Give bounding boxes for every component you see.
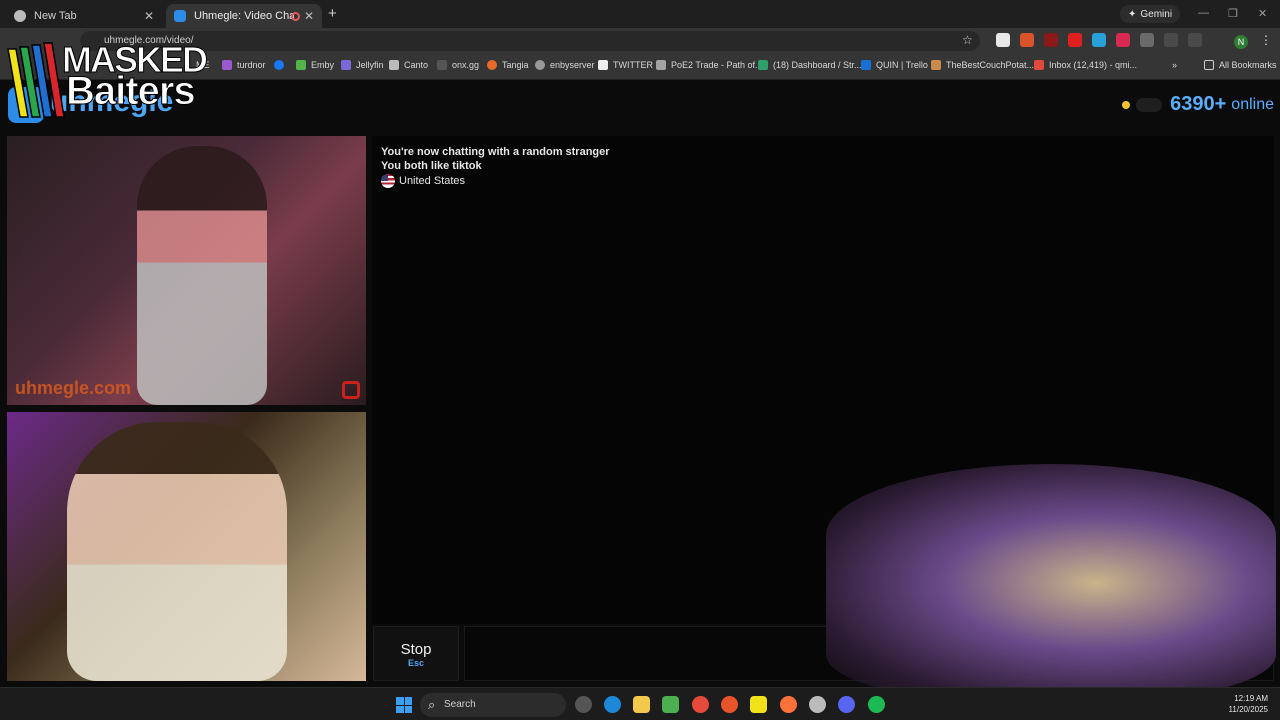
uhmegle-page: uhmegle MASKED Baiters 6390+ online uhme… <box>0 39 1280 702</box>
online-count: 6390+ <box>1170 93 1227 115</box>
bookmarks-overflow[interactable]: » <box>1172 60 1177 70</box>
search-label: Search <box>444 699 476 710</box>
maximize-icon[interactable]: ❐ <box>1228 7 1238 20</box>
bookmark-item[interactable]: Emby <box>296 60 334 70</box>
bookmark-item[interactable]: TWITTER <box>598 60 653 70</box>
overlay-line2: Baiters <box>66 69 197 114</box>
country-label: United States <box>399 174 466 187</box>
k-extension-icon[interactable] <box>996 33 1010 47</box>
bookmark-star-icon[interactable]: ☆ <box>962 33 973 47</box>
fox-extension-icon[interactable] <box>1020 33 1034 47</box>
bookmark-item[interactable]: Inbox (12,419) - qmi... <box>1034 60 1137 70</box>
online-label: online <box>1231 95 1274 113</box>
bookmark-item[interactable]: Canto <box>389 60 428 70</box>
uhmegle-favicon-icon <box>174 10 186 22</box>
tab-label: New Tab <box>34 10 77 22</box>
stop-button[interactable]: Stop Esc <box>373 626 459 681</box>
system-message: You're now chatting with a random strang… <box>381 146 610 158</box>
online-counter: 6390+ online <box>1122 93 1274 116</box>
badge-extension-icon[interactable] <box>1044 33 1058 47</box>
gemini-button[interactable]: ✦ Gemini <box>1120 5 1181 23</box>
sticky-notes-icon[interactable] <box>750 696 767 713</box>
obs-icon[interactable] <box>575 696 592 713</box>
edge-icon[interactable] <box>604 696 621 713</box>
bookmark-item[interactable]: turdnor <box>222 60 266 70</box>
chrome-icon[interactable] <box>692 696 709 713</box>
firefox-icon[interactable] <box>780 696 797 713</box>
us-flag-icon <box>381 174 395 188</box>
playlist-icon[interactable] <box>1188 33 1202 47</box>
clock-time: 12:19 AM <box>1234 694 1268 703</box>
common-interest-message: You both like tiktok <box>381 160 482 172</box>
profile-avatar[interactable]: N <box>1234 35 1248 49</box>
seven-tv-extension-icon[interactable] <box>1092 33 1106 47</box>
media-icon[interactable] <box>1164 33 1178 47</box>
windows-start-icon[interactable] <box>396 697 412 713</box>
bookmark-item[interactable]: enbyserver <box>535 60 595 70</box>
stop-label: Stop <box>400 641 432 658</box>
extensions-area <box>996 33 1202 47</box>
app-icon[interactable] <box>721 696 738 713</box>
inkscape-icon[interactable] <box>809 696 826 713</box>
windows-taskbar: Search 12:19 AM 11/20/2025 <box>0 687 1280 720</box>
bookmark-item[interactable]: onx.gg <box>437 60 479 70</box>
webcam-pip-overlay <box>826 464 1276 702</box>
stranger-video: uhmegle.com <box>7 136 366 405</box>
self-video <box>7 412 366 681</box>
stranger-figure <box>137 146 267 405</box>
new-tab-button[interactable]: + <box>328 5 337 22</box>
browser-tab-strip: New Tab ✕ Uhmegle: Video Chat | Ran ✕ + … <box>0 0 1280 28</box>
chrome-icon <box>14 10 26 22</box>
tab-label: Uhmegle: Video Chat | Ran <box>194 10 294 22</box>
bookmark-item[interactable]: PoE2 Trade - Path of... <box>656 60 763 70</box>
bookmark-item[interactable]: Tangia <box>487 60 529 70</box>
system-clock[interactable]: 12:19 AM 11/20/2025 <box>1229 693 1268 715</box>
heart-extension-icon[interactable] <box>1116 33 1130 47</box>
puzzle-icon[interactable] <box>1140 33 1154 47</box>
clock-date: 11/20/2025 <box>1228 705 1268 714</box>
all-bookmarks[interactable]: All Bookmarks <box>1204 60 1277 70</box>
tab-new-tab[interactable]: New Tab ✕ <box>6 4 162 28</box>
bookmark-item[interactable] <box>274 60 289 70</box>
theme-toggle[interactable] <box>1136 97 1163 112</box>
masked-baiters-overlay: MASKED Baiters <box>6 39 228 119</box>
taskbar-search[interactable]: Search <box>420 693 566 717</box>
stop-shortcut: Esc <box>407 658 424 668</box>
minimize-icon[interactable]: — <box>1198 7 1209 19</box>
tab-uhmegle[interactable]: Uhmegle: Video Chat | Ran ✕ <box>166 4 322 28</box>
uhmegle-watermark: uhmegle.com <box>15 378 132 398</box>
bookmark-item[interactable]: QUIN | Trello <box>861 60 928 70</box>
gemini-label: Gemini <box>1140 8 1173 20</box>
country-row: United States <box>381 174 465 188</box>
self-figure <box>67 422 287 681</box>
sparkle-icon: ✦ <box>1128 8 1137 20</box>
close-tab-icon[interactable]: ✕ <box>304 9 314 23</box>
bookmark-item[interactable]: TheBestCouchPotat... <box>931 60 1034 70</box>
file-explorer-icon[interactable] <box>633 696 650 713</box>
bookmark-item[interactable]: Jellyfin <box>341 60 384 70</box>
close-tab-icon[interactable]: ✕ <box>144 9 154 23</box>
sun-icon <box>1122 100 1131 109</box>
close-window-icon[interactable]: ✕ <box>1258 7 1267 20</box>
recording-icon <box>291 11 300 21</box>
channel-logo-icon <box>342 381 360 399</box>
menu-kebab-icon[interactable]: ⋮ <box>1260 33 1272 47</box>
media-player-icon[interactable] <box>662 696 679 713</box>
discord-icon[interactable] <box>838 696 855 713</box>
spotify-icon[interactable] <box>868 696 885 713</box>
bookmark-item[interactable]: (18) Dashboard / Str... <box>758 60 862 70</box>
youtube-extension-icon[interactable] <box>1068 33 1082 47</box>
